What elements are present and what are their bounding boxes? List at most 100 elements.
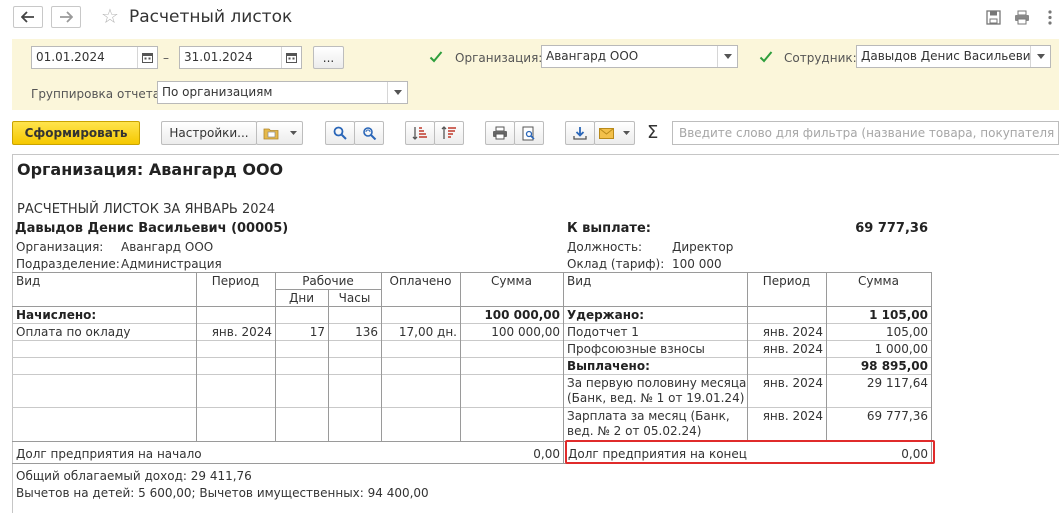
date-range-dash: –: [163, 51, 169, 65]
payment-line2: (Банк, вед. № 1 от 19.01.24): [567, 391, 745, 405]
org-info-label: Организация:: [16, 240, 104, 254]
filter-search-input[interactable]: Введите слово для фильтра (название това…: [672, 121, 1059, 145]
table-line: [12, 340, 932, 341]
payment-sum: 69 777,36: [866, 409, 928, 423]
accrued-label: Начислено:: [16, 308, 97, 322]
window-title: Расчетный листок: [129, 7, 293, 27]
salary-value: 100 000: [672, 257, 722, 271]
withholding-sum: 1 000,00: [874, 342, 928, 356]
withholding-period: янв. 2024: [762, 325, 823, 339]
table-line: [381, 272, 382, 441]
accrual-hours: 136: [355, 325, 378, 339]
employee-select[interactable]: Давыдов Денис Васильевич: [856, 45, 1051, 68]
table-line: [12, 306, 932, 307]
table-line: [563, 272, 564, 463]
payment-line1: Зарплата за месяц (Банк,: [567, 409, 730, 423]
table-line: [12, 357, 932, 358]
chevron-down-icon[interactable]: [1030, 46, 1050, 67]
col-sum-header: Сумма: [491, 274, 532, 288]
organization-select[interactable]: Авангард ООО: [541, 45, 738, 68]
report-border: [12, 154, 1059, 155]
print-button[interactable]: [485, 121, 515, 145]
table-line: [931, 272, 932, 463]
table-line: [12, 323, 932, 324]
save-to-file-button[interactable]: [565, 121, 595, 145]
arrow-left-icon: [21, 11, 34, 23]
find-next-button[interactable]: [354, 121, 384, 145]
deductions-info: Вычетов на детей: 5 600,00; Вычетов имущ…: [16, 486, 429, 500]
variant-button[interactable]: [256, 121, 303, 145]
calendar-icon[interactable]: [281, 47, 301, 68]
calendar-icon[interactable]: [137, 47, 157, 68]
debt-start-value: 0,00: [533, 447, 560, 461]
report-border: [12, 154, 13, 513]
withholding-name: Профсоюзные взносы: [567, 342, 705, 356]
accrued-total: 100 000,00: [484, 308, 560, 322]
organization-label: Организация:: [455, 51, 543, 65]
col-sum-header: Сумма: [858, 274, 899, 288]
to-pay-label: К выплате:: [567, 221, 651, 236]
col-working-header: Рабочие: [302, 274, 354, 288]
sum-icon[interactable]: Σ: [647, 123, 658, 143]
chevron-down-icon[interactable]: [387, 82, 407, 103]
date-to-field[interactable]: 31.01.2024: [179, 46, 302, 69]
chevron-down-icon: [289, 131, 297, 135]
highlight-box: [565, 440, 935, 464]
print-icon[interactable]: [1013, 8, 1031, 26]
col-paid-header: Оплачено: [389, 274, 452, 288]
sort-descending-icon: [441, 126, 456, 139]
accrual-days: 17: [309, 325, 325, 339]
paid-total: 98 895,00: [860, 359, 928, 373]
withholding-period: янв. 2024: [762, 342, 823, 356]
chevron-down-icon: [622, 131, 630, 135]
withholding-sum: 105,00: [886, 325, 928, 339]
chevron-down-icon[interactable]: [717, 46, 737, 67]
withheld-label: Удержано:: [567, 308, 645, 322]
date-from-field[interactable]: 01.01.2024: [31, 46, 158, 69]
dept-value: Администрация: [121, 257, 222, 271]
salary-label: Оклад (тариф):: [567, 257, 665, 271]
col-kind-header: Вид: [16, 274, 41, 288]
grouping-label: Группировка отчета:: [31, 87, 165, 101]
grouping-value: По организациям: [162, 85, 273, 99]
col-hours-header: Часы: [338, 291, 371, 305]
search-refresh-icon: [362, 127, 376, 140]
table-line: [12, 374, 932, 375]
col-period-header: Период: [211, 274, 260, 288]
table-line: [12, 272, 932, 273]
col-period-header: Период: [762, 274, 811, 288]
accrual-name: Оплата по окладу: [16, 325, 131, 339]
send-email-button[interactable]: [594, 121, 635, 145]
payment-line2: вед. № 2 от 05.02.24): [567, 424, 702, 438]
debt-start-label: Долг предприятия на начало: [16, 447, 202, 461]
sort-desc-button[interactable]: [434, 121, 464, 145]
more-icon[interactable]: [1041, 8, 1059, 26]
paid-label: Выплачено:: [567, 359, 650, 373]
employee-checkbox[interactable]: [759, 50, 773, 64]
table-line: [328, 289, 329, 441]
org-info-value: Авангард ООО: [121, 240, 214, 254]
sort-asc-button[interactable]: [405, 121, 435, 145]
select-period-button[interactable]: ...: [313, 46, 344, 69]
save-icon[interactable]: [984, 8, 1002, 26]
employee-name: Давыдов Денис Васильевич (00005): [15, 221, 289, 236]
position-value: Директор: [672, 240, 734, 254]
forward-button[interactable]: [51, 6, 81, 28]
favorite-star-icon[interactable]: ☆: [101, 4, 119, 28]
find-button[interactable]: [325, 121, 355, 145]
back-button[interactable]: [13, 6, 43, 28]
grouping-select[interactable]: По организациям: [157, 81, 408, 104]
print-preview-icon: [522, 126, 535, 140]
organization-checkbox[interactable]: [429, 50, 443, 64]
payment-period: янв. 2024: [762, 409, 823, 423]
accrual-paid: 17,00 дн.: [398, 325, 457, 339]
dept-label: Подразделение:: [16, 257, 120, 271]
generate-button[interactable]: Сформировать: [12, 121, 140, 145]
payment-period: янв. 2024: [762, 376, 823, 390]
preview-button[interactable]: [514, 121, 544, 145]
settings-button[interactable]: Настройки...: [161, 121, 257, 145]
date-to-value: 31.01.2024: [184, 50, 253, 64]
position-label: Должность:: [567, 240, 643, 254]
table-line: [460, 272, 461, 441]
printer-icon: [493, 126, 507, 140]
